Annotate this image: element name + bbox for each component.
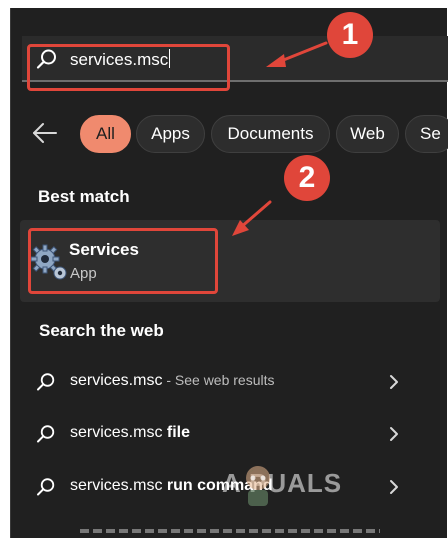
chevron-right-icon [390,480,398,494]
web-result-text: services.msc - See web results [70,372,275,390]
chevron-right-icon [390,375,398,389]
search-icon [37,478,55,496]
back-arrow-icon[interactable] [30,120,58,146]
web-result-row[interactable]: services.msc - See web results [20,360,440,404]
partial-web-row [50,527,380,533]
filter-web[interactable]: Web [336,115,399,153]
filter-apps[interactable]: Apps [136,115,205,153]
search-icon [37,373,55,391]
highlight-services-box [28,228,218,294]
step-1-badge: 1 [327,12,373,58]
chevron-right-icon [390,427,398,441]
search-web-heading: Search the web [39,321,164,340]
filter-documents[interactable]: Documents [211,115,330,153]
web-result-suffix: file [162,424,191,441]
best-match-heading: Best match [38,187,130,206]
web-result-query: services.msc [70,477,163,494]
appuals-mascot-logo [246,466,270,506]
step-2-badge: 2 [284,155,330,201]
web-result-row[interactable]: services.msc file [20,412,440,456]
web-result-query: services.msc [70,372,163,389]
web-result-query: services.msc [70,424,163,441]
search-icon [37,425,55,443]
web-result-hint: - See web results [162,372,275,388]
web-result-text: services.msc file [70,424,190,442]
filter-settings-partial[interactable]: Se [405,115,448,153]
filter-all[interactable]: All [80,115,131,153]
highlight-search-box [27,44,230,91]
